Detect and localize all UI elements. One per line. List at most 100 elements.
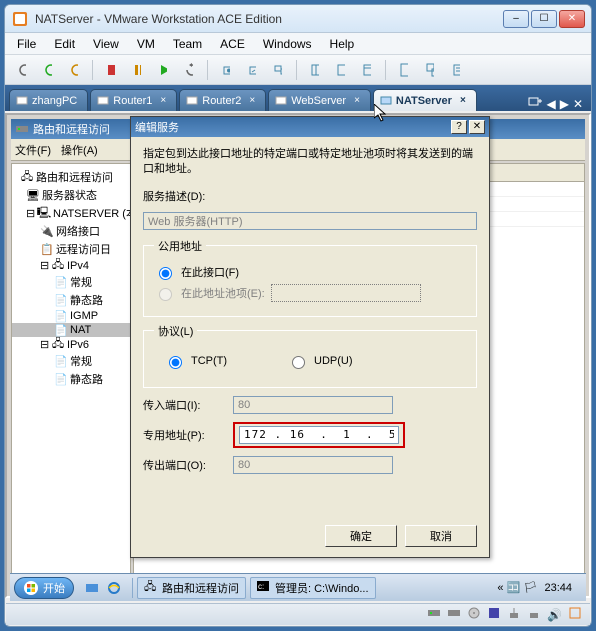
tray-chevron-icon[interactable]: «: [497, 582, 503, 594]
ok-button[interactable]: 确定: [325, 525, 397, 547]
tab-webserver[interactable]: WebServer×: [268, 89, 371, 111]
hdd-icon[interactable]: [427, 606, 441, 623]
revert-icon[interactable]: [241, 59, 263, 81]
rras-icon: 🖧: [144, 578, 158, 597]
route-icon: 📄: [54, 294, 68, 306]
tree-ipv4[interactable]: ⊟🖧IPv4: [12, 258, 130, 273]
windows-icon: [23, 580, 39, 596]
pause-icon[interactable]: [126, 59, 148, 81]
snapshot-icon[interactable]: [215, 59, 237, 81]
close-tab-icon[interactable]: ×: [354, 95, 360, 106]
dialog-description: 指定包到达此接口地址的特定端口或特定地址池项时将其发送到的端口和地址。: [143, 147, 477, 178]
unity-icon[interactable]: [419, 59, 441, 81]
on-interface-radio[interactable]: [159, 267, 172, 280]
separator: [207, 60, 208, 80]
view-sidebar-icon[interactable]: [304, 59, 326, 81]
separator: [92, 60, 93, 80]
help-button[interactable]: ?: [451, 120, 467, 134]
ie-icon[interactable]: [104, 578, 124, 598]
minimize-button[interactable]: –: [503, 10, 529, 28]
toolbar: [5, 55, 591, 85]
hdd2-icon[interactable]: [447, 606, 461, 623]
general-icon: 📄: [54, 355, 68, 367]
power-off-icon[interactable]: [11, 59, 33, 81]
lang-icon[interactable]: 🈁: [506, 581, 520, 595]
menu-help[interactable]: Help: [322, 35, 363, 53]
floppy-icon[interactable]: [487, 606, 501, 623]
task-rras[interactable]: 🖧 路由和远程访问: [137, 577, 246, 599]
tree-root[interactable]: 🖧路由和远程访问: [12, 168, 130, 186]
cancel-button[interactable]: 取消: [405, 525, 477, 547]
guest-menu-ops[interactable]: 操作(A): [61, 142, 98, 158]
net2-icon[interactable]: [527, 606, 541, 623]
close-button[interactable]: ✕: [559, 10, 585, 28]
tab-close-icon[interactable]: ✕: [573, 97, 583, 111]
udp-radio[interactable]: [292, 356, 305, 369]
sound-icon[interactable]: 🔊: [547, 608, 562, 622]
tree-ipv6-general[interactable]: 📄常规: [12, 352, 130, 370]
tab-label: Router2: [202, 95, 241, 107]
view-console-icon[interactable]: [330, 59, 352, 81]
suspend-icon[interactable]: [63, 59, 85, 81]
start-label: 开始: [43, 580, 65, 596]
power-on-icon[interactable]: [37, 59, 59, 81]
separator: [296, 60, 297, 80]
tree-server[interactable]: ⊟🖳NATSERVER (本: [12, 204, 130, 222]
close-tab-icon[interactable]: ×: [160, 95, 166, 106]
tree-ipv4-igmp[interactable]: 📄IGMP: [12, 309, 130, 323]
tree-remote[interactable]: 📋远程访问日: [12, 240, 130, 258]
svc-desc-label: 服务描述(D):: [143, 188, 477, 204]
start-button[interactable]: 开始: [14, 577, 74, 599]
on-pool-label: 在此地址池项(E):: [181, 285, 265, 301]
tcp-radio[interactable]: [169, 356, 182, 369]
tab-label: zhangPC: [32, 95, 77, 107]
tree-status[interactable]: 🖥服务器状态: [12, 186, 130, 204]
tab-zhangpc[interactable]: zhangPC: [9, 89, 88, 111]
net-icon[interactable]: [507, 606, 521, 623]
manage-snapshot-icon[interactable]: [267, 59, 289, 81]
window-controls: – ☐ ✕: [503, 10, 585, 28]
tab-prev-icon[interactable]: ◀: [546, 97, 555, 111]
tree-ipv4-static[interactable]: 📄静态路: [12, 291, 130, 309]
tree-ipv4-general[interactable]: 📄常规: [12, 273, 130, 291]
titlebar: NATServer - VMware Workstation ACE Editi…: [5, 5, 591, 33]
ipv4-icon: 🖧: [51, 260, 65, 272]
fullscreen-icon[interactable]: [393, 59, 415, 81]
tab-next-icon[interactable]: ▶: [560, 97, 569, 111]
action-center-icon[interactable]: 🏳: [523, 581, 537, 595]
menu-team[interactable]: Team: [165, 35, 210, 53]
tree-netif[interactable]: 🔌网络接口: [12, 222, 130, 240]
summary-icon[interactable]: [445, 59, 467, 81]
tree-ipv6-static[interactable]: 📄静态路: [12, 370, 130, 388]
guest-menu-file[interactable]: 文件(F): [15, 142, 51, 158]
task-cmd[interactable]: c: 管理员: C:\Windo...: [250, 577, 376, 599]
tree-view[interactable]: 🖧路由和远程访问 🖥服务器状态 ⊟🖳NATSERVER (本 🔌网络接口 📋远程…: [11, 163, 131, 592]
new-tab-icon[interactable]: [528, 96, 542, 111]
tab-router1[interactable]: Router1×: [90, 89, 177, 111]
tab-natserver[interactable]: NATServer×: [373, 89, 477, 111]
view-appliance-icon[interactable]: [356, 59, 378, 81]
clock[interactable]: 23:44: [540, 582, 576, 594]
close-tab-icon[interactable]: ×: [249, 95, 255, 106]
dialog-close-button[interactable]: ✕: [469, 120, 485, 134]
in-port-input: [233, 396, 393, 414]
menu-file[interactable]: File: [9, 35, 44, 53]
tree-ipv4-nat[interactable]: 📄NAT: [12, 323, 130, 337]
show-desktop-icon[interactable]: [82, 578, 102, 598]
maximize-button[interactable]: ☐: [531, 10, 557, 28]
close-tab-icon[interactable]: ×: [460, 95, 466, 106]
priv-addr-input[interactable]: [239, 426, 399, 444]
menu-windows[interactable]: Windows: [255, 35, 320, 53]
menu-vm[interactable]: VM: [129, 35, 163, 53]
menu-view[interactable]: View: [85, 35, 127, 53]
igmp-icon: 📄: [54, 310, 68, 322]
menu-edit[interactable]: Edit: [46, 35, 83, 53]
stop-icon[interactable]: [100, 59, 122, 81]
tab-router2[interactable]: Router2 ×: [179, 89, 266, 111]
menu-ace[interactable]: ACE: [212, 35, 253, 53]
play-icon[interactable]: [152, 59, 174, 81]
reset-icon[interactable]: [178, 59, 200, 81]
vmtools-icon[interactable]: [568, 606, 582, 623]
cd-icon[interactable]: [467, 606, 481, 623]
tree-ipv6[interactable]: ⊟🖧IPv6: [12, 337, 130, 352]
